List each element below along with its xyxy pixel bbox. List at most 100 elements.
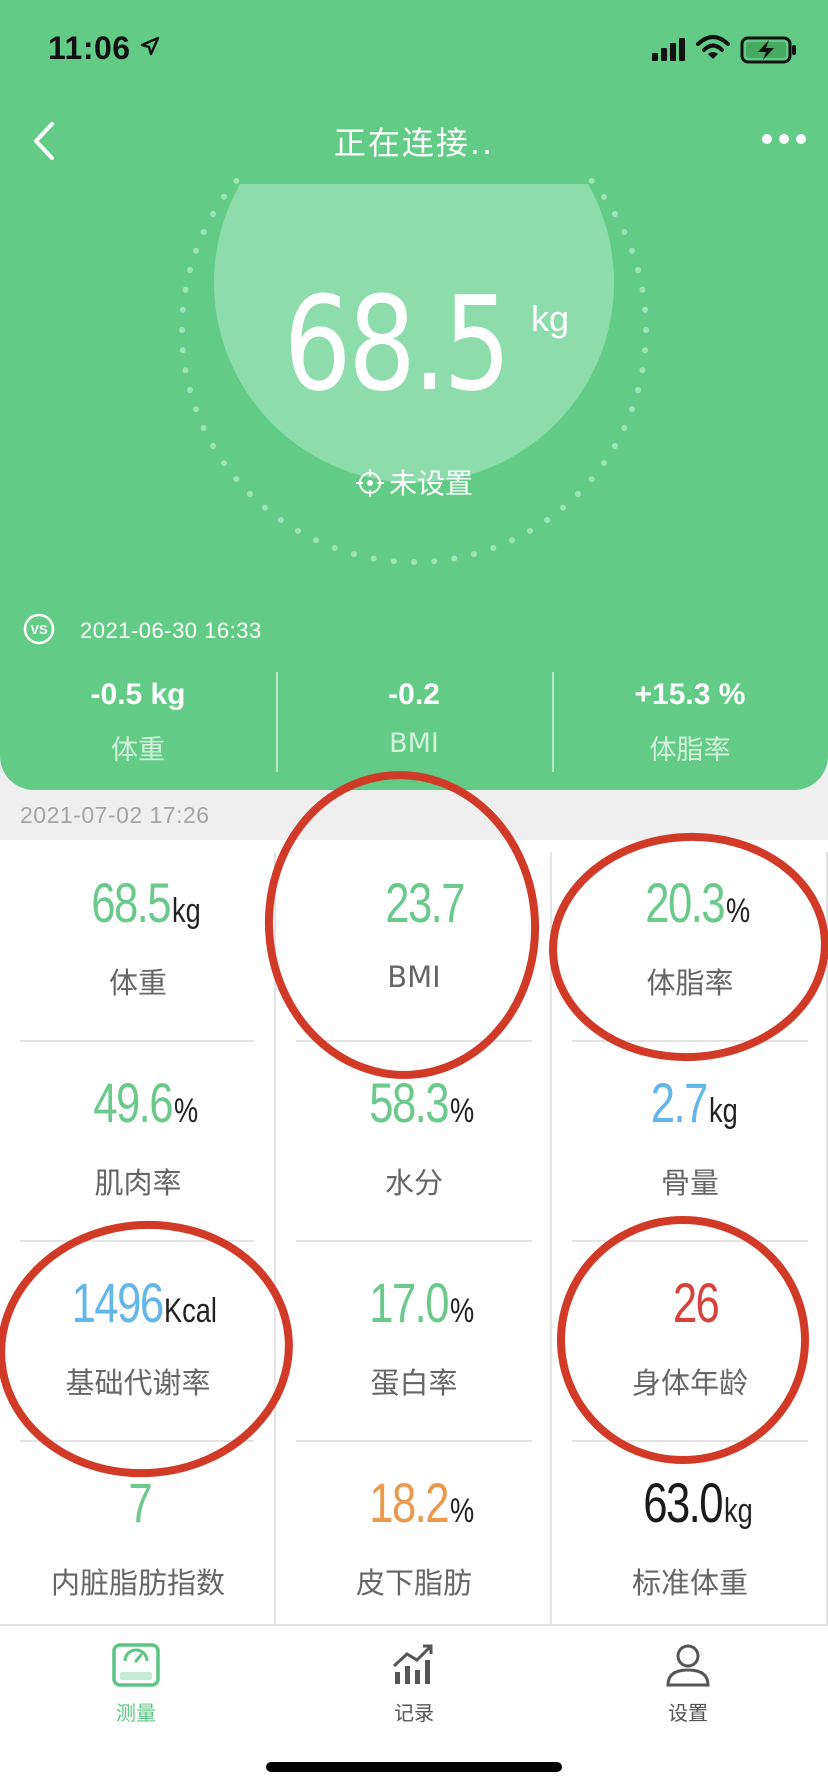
metric-unit: kg xyxy=(708,1092,738,1130)
metric-unit: kg xyxy=(171,892,201,930)
status-bar: 11:06 xyxy=(0,0,828,100)
dial-dot xyxy=(601,193,607,200)
grid-divider xyxy=(20,1040,254,1042)
metrics-grid: 68.5kg 体重 23.7 BMI 20.3% 体脂率 49.6% 肌肉率 5… xyxy=(0,840,828,1624)
grid-divider xyxy=(572,1240,808,1242)
metric-label: 蛋白率 xyxy=(370,1366,458,1400)
signal-icon xyxy=(652,38,685,61)
weight-number: 68.5 xyxy=(283,268,512,420)
target-label: 未设置 xyxy=(388,467,473,500)
metric-value: 7 xyxy=(128,1471,153,1534)
compare-row: -0.5 kg 体重 -0.2 BMI +15.3 % 体脂率 xyxy=(0,668,828,772)
dial-dot xyxy=(527,527,533,534)
dial-dot xyxy=(261,504,268,511)
metric-muscle[interactable]: 49.6% 肌肉率 xyxy=(0,1040,276,1240)
user-icon xyxy=(666,1644,710,1687)
compare-value: -0.2 xyxy=(388,678,440,711)
svg-text:VS: VS xyxy=(30,622,48,637)
grid-divider xyxy=(572,1440,808,1442)
weight-unit: kg xyxy=(530,298,569,339)
metric-label: BMI xyxy=(387,960,441,994)
compare-bmi: -0.2 BMI xyxy=(276,668,552,772)
dial-dot xyxy=(490,545,497,551)
metric-bmi[interactable]: 23.7 BMI xyxy=(276,840,552,1040)
metric-protein[interactable]: 17.0% 蛋白率 xyxy=(276,1240,552,1440)
chart-icon xyxy=(392,1644,433,1684)
metric-label: 皮下脂肪 xyxy=(355,1566,472,1600)
metric-label: 体脂率 xyxy=(646,966,734,1000)
header-panel: 11:06 正在连接.. 68.5 kg 未设置 VS 2021-06-30 1… xyxy=(0,0,828,790)
dial-dot xyxy=(588,177,595,184)
dial-dot xyxy=(611,211,618,217)
grid-divider xyxy=(274,852,276,1624)
metric-bone[interactable]: 2.7kg 骨量 xyxy=(552,1040,828,1240)
metric-label: 骨量 xyxy=(660,1166,719,1200)
tab-label: 测量 xyxy=(116,1701,156,1725)
dial-dot xyxy=(351,551,357,558)
grid-divider xyxy=(550,852,552,1624)
metric-unit: kg xyxy=(723,1492,753,1530)
metric-label: 肌肉率 xyxy=(94,1166,182,1200)
tab-measure[interactable]: 测量 xyxy=(76,1642,196,1726)
dial-dot xyxy=(621,425,628,431)
tab-label: 设置 xyxy=(668,1701,708,1725)
dial-dot xyxy=(629,247,635,254)
metric-unit: Kcal xyxy=(164,1292,218,1330)
metric-weight[interactable]: 68.5kg 体重 xyxy=(0,840,276,1040)
compare-date: 2021-06-30 16:33 xyxy=(80,618,262,643)
metric-label: 体重 xyxy=(108,966,167,1000)
more-options-icon[interactable] xyxy=(760,124,808,154)
metric-unit: % xyxy=(174,1092,199,1130)
metric-value: 63.0 xyxy=(642,1471,723,1534)
metric-value: 49.6 xyxy=(93,1071,174,1134)
dial-dot xyxy=(611,443,618,449)
location-arrow-icon xyxy=(140,36,160,56)
metric-visceral-fat[interactable]: 7 内脏脂肪指数 xyxy=(0,1440,276,1640)
grid-divider xyxy=(296,1040,532,1042)
metric-value: 26 xyxy=(672,1271,720,1334)
metric-value: 17.0 xyxy=(369,1271,450,1334)
metric-water[interactable]: 58.3% 水分 xyxy=(276,1040,552,1240)
dial-dot xyxy=(221,193,227,200)
metric-body-age[interactable]: 26 身体年龄 xyxy=(552,1240,828,1440)
dial-dot xyxy=(210,211,217,217)
dial-dot xyxy=(411,559,417,565)
tab-settings[interactable]: 设置 xyxy=(628,1642,748,1726)
metric-subcutaneous-fat[interactable]: 18.2% 皮下脂肪 xyxy=(276,1440,552,1640)
metric-label: 水分 xyxy=(384,1166,443,1200)
metric-value: 18.2 xyxy=(369,1471,450,1534)
metric-standard-weight[interactable]: 63.0kg 标准体重 xyxy=(552,1440,828,1640)
metric-body-fat[interactable]: 20.3% 体脂率 xyxy=(552,840,828,1040)
metric-label: 内脏脂肪指数 xyxy=(50,1566,225,1600)
dial-dot xyxy=(210,443,217,449)
dial-dot xyxy=(451,555,458,562)
measure-date: 2021-07-02 17:26 xyxy=(20,802,210,828)
compare-label: 体脂率 xyxy=(649,735,731,766)
compare-label: BMI xyxy=(389,728,439,759)
metric-label: 身体年龄 xyxy=(631,1366,748,1400)
grid-divider xyxy=(20,1240,254,1242)
metric-label: 标准体重 xyxy=(631,1566,748,1600)
dial-dot xyxy=(313,537,319,544)
measure-date-bar: 2021-07-02 17:26 xyxy=(0,790,828,840)
target-icon xyxy=(355,469,384,497)
compare-label: 体重 xyxy=(111,735,165,766)
dial-dot xyxy=(200,229,207,235)
dial-dot xyxy=(370,555,377,562)
dial-dot xyxy=(233,177,240,184)
current-weight: 68.5 kg xyxy=(0,268,828,420)
home-indicator xyxy=(266,1762,562,1772)
metric-bmr[interactable]: 1496Kcal 基础代谢率 xyxy=(0,1240,276,1440)
tab-records[interactable]: 记录 xyxy=(354,1642,474,1726)
status-time: 11:06 xyxy=(48,30,131,66)
compare-body-fat: +15.3 % 体脂率 xyxy=(552,668,828,772)
target-weight-button[interactable]: 未设置 xyxy=(0,462,828,502)
compare-value: +15.3 % xyxy=(634,678,746,711)
grid-divider xyxy=(20,1440,254,1442)
metric-value: 2.7 xyxy=(650,1071,709,1134)
scale-icon xyxy=(112,1643,160,1687)
metric-value: 23.7 xyxy=(384,871,465,934)
dial-dot xyxy=(471,551,477,558)
dial-dot xyxy=(277,517,284,523)
metric-unit: % xyxy=(450,1292,475,1330)
